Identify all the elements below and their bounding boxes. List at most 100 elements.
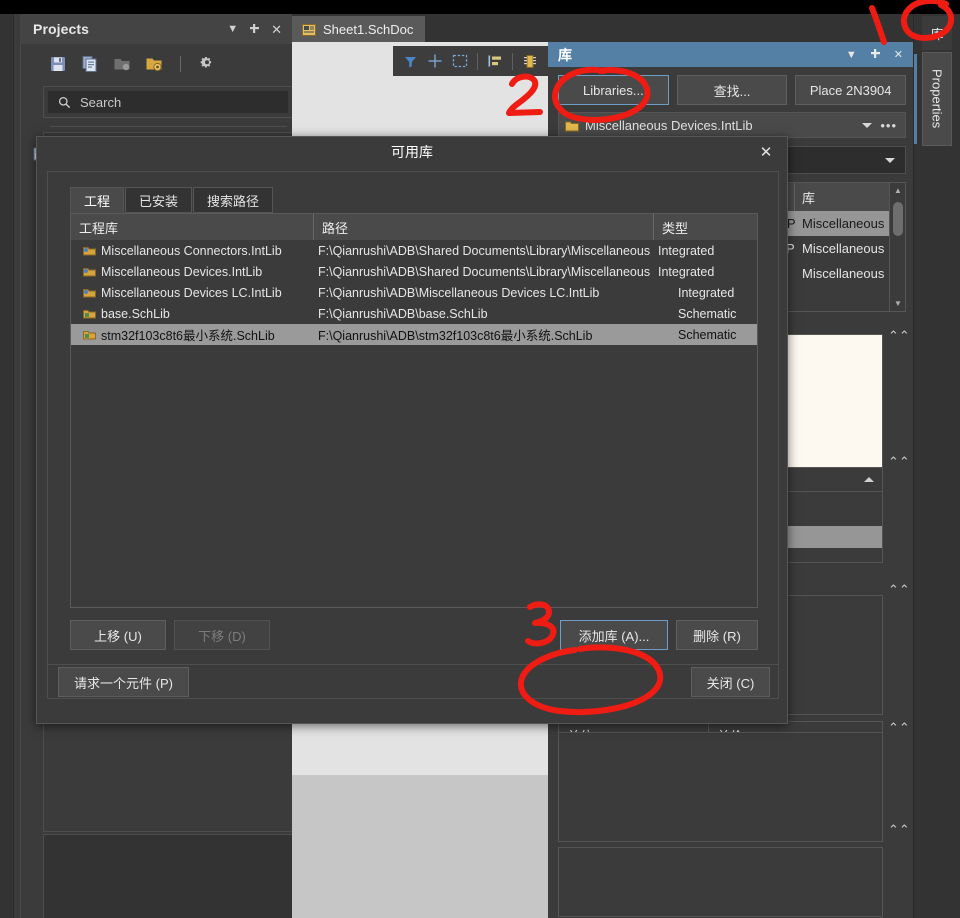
search-wrapper: Search: [43, 86, 293, 118]
left-rail: [0, 14, 14, 918]
collapse-chevron-icon[interactable]: ⌃⌃: [888, 454, 910, 470]
scroll-thumb[interactable]: [893, 202, 903, 236]
toolbar-separator: [477, 52, 478, 70]
table-row[interactable]: Miscellaneous Devices.IntLib F:\Qianrush…: [71, 261, 757, 282]
selected-library-label: Miscellaneous Devices.IntLib: [585, 117, 753, 133]
save-icon[interactable]: [49, 55, 67, 73]
align-icon[interactable]: [484, 50, 506, 72]
cell-path: F:\Qianrushi\ADB\Shared Documents\Librar…: [318, 264, 654, 279]
folder-options-icon[interactable]: [145, 55, 163, 73]
library-grid-scrollbar[interactable]: ▲ ▼: [889, 183, 905, 311]
cell-path: F:\Qianrushi\ADB\stm32f103c8t6最小系统.SchLi…: [318, 329, 593, 343]
available-libraries-dialog: 可用库 ✕ 工程 已安装 搜索路径 工程库 路径 类型 Miscellaneou…: [36, 136, 788, 724]
top-black-strip: [0, 0, 960, 14]
listview-header: 工程库 路径 类型: [71, 214, 757, 240]
remove-button[interactable]: 删除 (R): [676, 620, 758, 650]
search-input[interactable]: Search: [47, 90, 289, 114]
document-tab-label: Sheet1.SchDoc: [323, 21, 414, 37]
collapse-chevron-icon[interactable]: ⌃⌃: [888, 822, 910, 838]
integrated-lib-icon: [83, 266, 96, 278]
schematic-floating-toolbar: [393, 46, 548, 76]
search-placeholder-text: Search: [80, 94, 122, 110]
cell-path: F:\Qianrushi\ADB\Shared Documents\Librar…: [318, 243, 654, 258]
component-icon[interactable]: [519, 50, 541, 72]
dialog-footer: 请求一个元件 (P) 关闭 (C): [48, 665, 778, 699]
pin-icon[interactable]: [870, 48, 881, 62]
listview-rows: Miscellaneous Connectors.IntLib F:\Qianr…: [71, 240, 757, 345]
cell-library-name: Miscellaneous Devices.IntLib: [101, 264, 263, 279]
document-tab-sheet1[interactable]: Sheet1.SchDoc: [292, 16, 426, 42]
dialog-close-button[interactable]: ✕: [745, 137, 787, 167]
column-header-path[interactable]: 路径: [314, 214, 654, 240]
library-panel-titlebar: 库 ▼ ✕: [548, 42, 913, 67]
pin-icon[interactable]: [249, 23, 260, 36]
collapse-chevron-icon[interactable]: ⌃⌃: [888, 720, 910, 736]
copy-icon[interactable]: [81, 55, 99, 73]
close-dialog-button[interactable]: 关闭 (C): [691, 667, 770, 697]
toolbar-separator: [512, 52, 513, 70]
scroll-up-arrow-icon[interactable]: ▲: [890, 183, 905, 198]
dialog-titlebar: 可用库: [37, 137, 787, 167]
tab-search-path[interactable]: 搜索路径: [193, 187, 274, 213]
dialog-tabs: 工程 已安装 搜索路径: [70, 187, 274, 213]
libraries-button[interactable]: Libraries...: [558, 75, 669, 105]
cell-type: Schematic: [678, 327, 737, 342]
projects-panel-titlebar: Projects ▼ ✕: [20, 14, 292, 44]
collapse-chevron-icon[interactable]: ⌃⌃: [888, 328, 910, 344]
gear-icon[interactable]: [198, 55, 216, 73]
cell-type: Schematic: [678, 306, 737, 321]
cell-path: F:\Qianrushi\ADB\base.SchLib: [318, 306, 488, 321]
add-library-button[interactable]: 添加库 (A)...: [560, 620, 668, 650]
selection-rect-icon[interactable]: [449, 50, 471, 72]
properties-vertical-tab[interactable]: Properties: [922, 52, 952, 146]
search-button[interactable]: 查找...: [676, 75, 788, 105]
cell-type: Integrated: [658, 243, 715, 258]
search-icon: [58, 96, 71, 109]
cell-type: Integrated: [678, 285, 735, 300]
place-component-button[interactable]: Place 2N3904: [795, 75, 907, 105]
more-options-icon[interactable]: •••: [880, 118, 897, 133]
chevron-up-icon[interactable]: [864, 477, 874, 482]
chevron-down-icon[interactable]: [862, 122, 873, 128]
chevron-down-icon[interactable]: [885, 157, 895, 163]
tab-project[interactable]: 工程: [70, 187, 125, 213]
library-vertical-tab[interactable]: 库: [922, 16, 952, 50]
open-project-icon[interactable]: [113, 55, 131, 73]
projects-toolbar: [21, 44, 293, 84]
cell-library: Miscellaneous Devices.IntLib: [802, 241, 891, 256]
table-row[interactable]: stm32f103c8t6最小系统.SchLib F:\Qianrushi\AD…: [71, 324, 757, 345]
library-selector-combo[interactable]: Miscellaneous Devices.IntLib •••: [558, 112, 906, 138]
projects-bottom-box: [43, 834, 293, 918]
dialog-title: 可用库: [391, 144, 433, 160]
request-component-button[interactable]: 请求一个元件 (P): [58, 667, 189, 697]
integrated-lib-icon: [565, 119, 579, 132]
libraries-listview[interactable]: 工程库 路径 类型 Miscellaneous Connectors.IntLi…: [70, 213, 758, 608]
schematic-sheet-area: [292, 775, 548, 918]
close-icon[interactable]: ✕: [894, 48, 903, 61]
close-icon[interactable]: ✕: [271, 23, 282, 36]
schematic-document-icon: [302, 23, 316, 36]
scroll-down-arrow-icon[interactable]: ▼: [890, 296, 905, 311]
integrated-lib-icon: [83, 287, 96, 299]
column-header-library[interactable]: 库: [795, 183, 891, 211]
move-up-button[interactable]: 上移 (U): [70, 620, 166, 650]
table-row[interactable]: base.SchLib F:\Qianrushi\ADB\base.SchLib…: [71, 303, 757, 324]
cell-type: Integrated: [658, 264, 715, 279]
table-row[interactable]: Miscellaneous Connectors.IntLib F:\Qianr…: [71, 240, 757, 261]
cell-library-name: Miscellaneous Connectors.IntLib: [101, 243, 282, 258]
cell-path: F:\Qianrushi\ADB\Miscellaneous Devices L…: [318, 285, 600, 300]
column-header-project-library[interactable]: 工程库: [71, 214, 314, 240]
chevron-down-icon[interactable]: ▼: [227, 23, 238, 35]
tab-installed[interactable]: 已安装: [125, 187, 193, 213]
chevron-down-icon[interactable]: ▼: [846, 49, 857, 61]
library-action-buttons: Libraries... 查找... Place 2N3904: [558, 75, 907, 105]
move-down-button[interactable]: 下移 (D): [174, 620, 270, 650]
collapse-chevron-icon[interactable]: ⌃⌃: [888, 582, 910, 598]
table-row[interactable]: Miscellaneous Devices LC.IntLib F:\Qianr…: [71, 282, 757, 303]
toolbar-separator: [180, 56, 181, 72]
column-header-type[interactable]: 类型: [654, 214, 757, 240]
schlib-icon: [83, 308, 96, 320]
filter-icon[interactable]: [399, 50, 421, 72]
crosshair-icon[interactable]: [424, 50, 446, 72]
right-dock-rail: 库 Properties: [913, 14, 960, 918]
